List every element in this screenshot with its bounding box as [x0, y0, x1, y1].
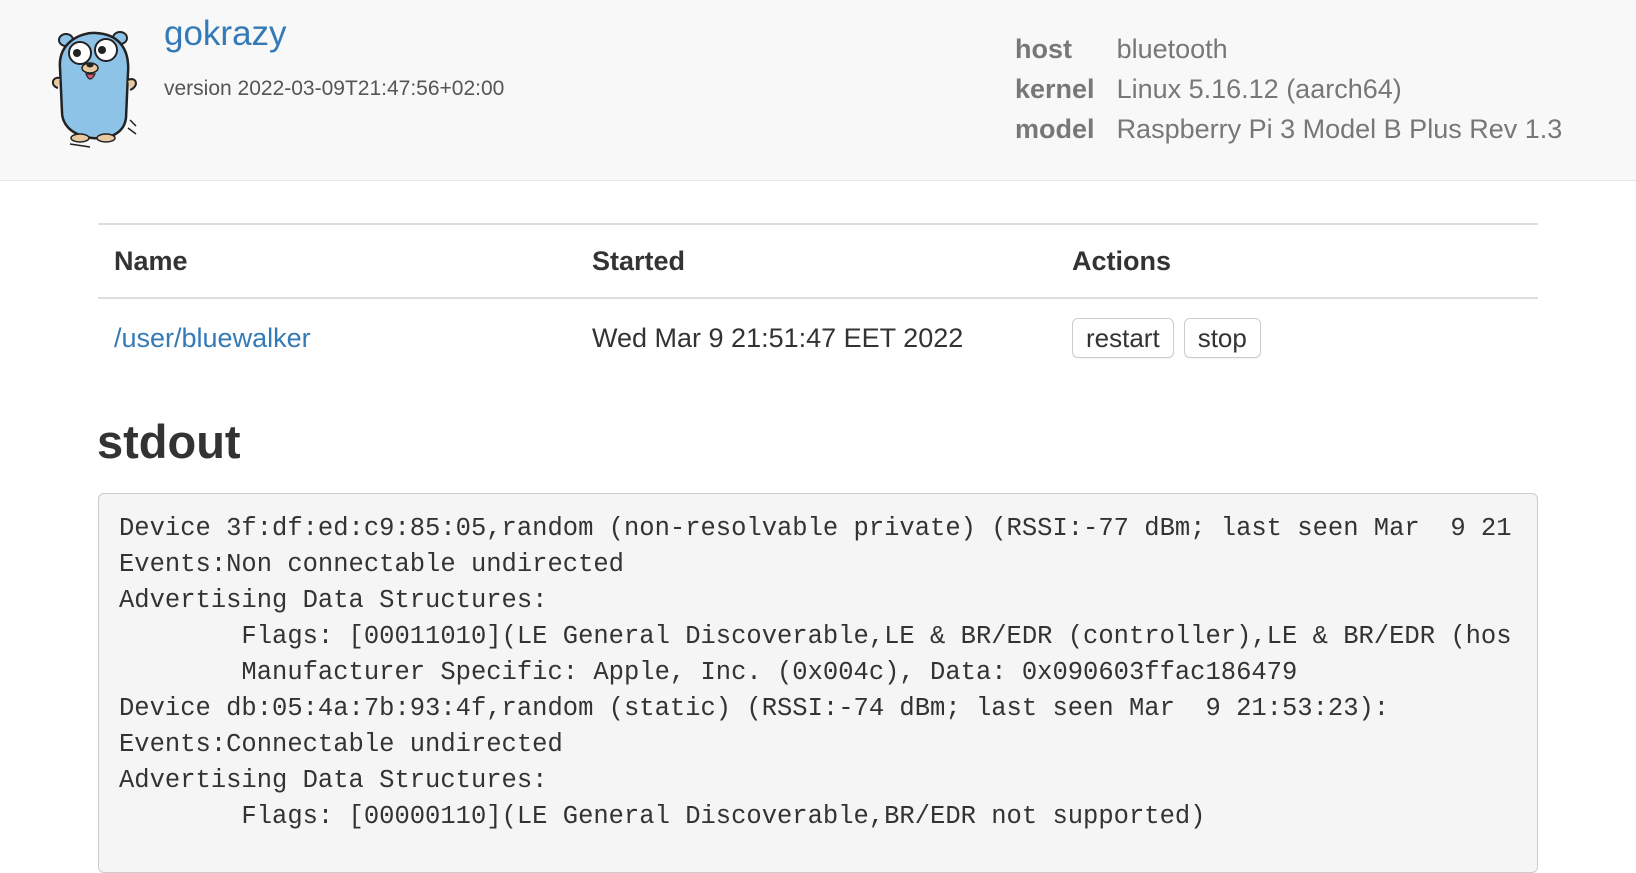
service-actions-cell: restart stop: [1056, 298, 1538, 377]
sysinfo-value: Linux 5.16.12 (aarch64): [1116, 74, 1402, 104]
column-header-actions: Actions: [1056, 224, 1538, 299]
stdout-heading: stdout: [97, 415, 241, 468]
column-header-started: Started: [576, 224, 1056, 299]
sysinfo-row-host: host bluetooth: [1015, 29, 1562, 69]
column-header-name: Name: [98, 224, 576, 299]
sysinfo-value: Raspberry Pi 3 Model B Plus Rev 1.3: [1116, 114, 1563, 144]
table-header-row: Name Started Actions: [98, 224, 1538, 299]
navbar: gokrazy version 2022-03-09T21:47:56+02:0…: [0, 0, 1636, 181]
system-info-table: host bluetooth kernel Linux 5.16.12 (aar…: [1015, 29, 1562, 149]
services-table: Name Started Actions /user/bluewalker We…: [98, 223, 1538, 377]
service-link[interactable]: /user/bluewalker: [114, 323, 311, 353]
sysinfo-row-model: model Raspberry Pi 3 Model B Plus Rev 1.…: [1015, 109, 1562, 149]
sysinfo-key: model: [1015, 114, 1095, 144]
version-label: version 2022-03-09T21:47:56+02:00: [164, 77, 505, 100]
brand-link[interactable]: gokrazy: [164, 14, 287, 54]
service-started-cell: Wed Mar 9 21:51:47 EET 2022: [592, 322, 964, 353]
sysinfo-value: bluetooth: [1116, 34, 1228, 64]
sysinfo-row-kernel: kernel Linux 5.16.12 (aarch64): [1015, 69, 1562, 109]
stdout-log-text: Device 3f:df:ed:c9:85:05,random (non-res…: [119, 514, 1512, 831]
stdout-log-panel[interactable]: Device 3f:df:ed:c9:85:05,random (non-res…: [98, 493, 1538, 873]
sysinfo-key: host: [1015, 34, 1072, 64]
restart-button[interactable]: restart: [1072, 318, 1174, 358]
gopher-mascot-icon: [52, 31, 137, 148]
service-name-cell: /user/bluewalker: [98, 298, 576, 377]
table-row: /user/bluewalker Wed Mar 9 21:51:47 EET …: [98, 298, 1538, 377]
stop-button[interactable]: stop: [1183, 318, 1261, 358]
sysinfo-key: kernel: [1015, 74, 1095, 104]
